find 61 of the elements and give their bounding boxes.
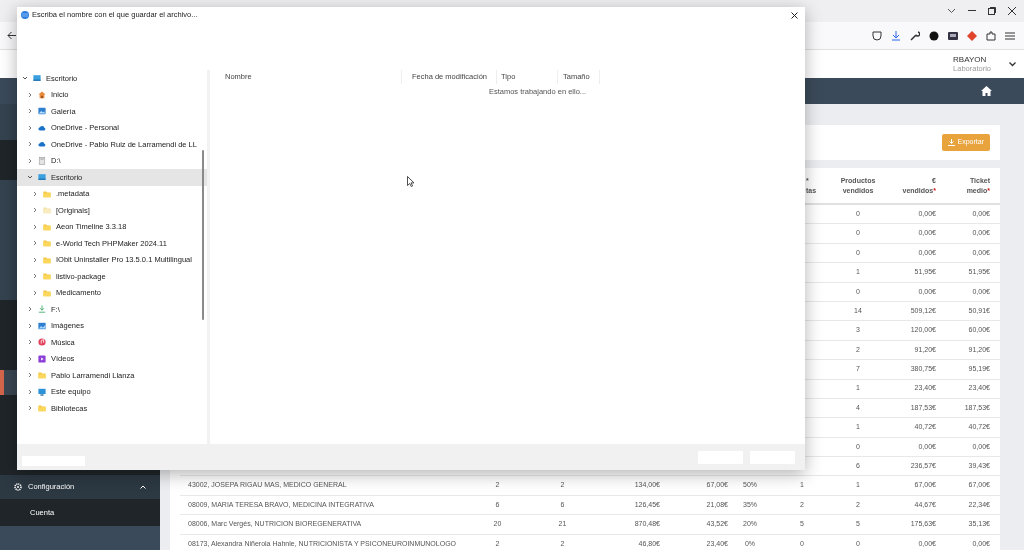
chevron-right-icon[interactable] [27,372,33,379]
chevron-down-icon[interactable] [27,174,33,181]
chevron-right-icon[interactable] [32,273,38,280]
close-icon[interactable] [1008,7,1016,15]
chevron-right-icon[interactable] [27,91,33,98]
desktop-icon [33,74,41,83]
chevron-right-icon[interactable] [27,355,33,362]
chevron-right-icon[interactable] [27,388,33,395]
chevron-right-icon[interactable] [27,405,33,412]
desktop-icon [38,173,46,182]
chevron-right-icon[interactable] [32,223,38,230]
minimize-icon[interactable] [968,10,976,12]
chevron-right-icon[interactable] [27,306,33,313]
scrollbar[interactable] [202,150,204,320]
gear-icon [14,483,22,491]
close-icon[interactable] [791,11,798,19]
pocket-icon[interactable] [872,30,882,41]
chevron-right-icon[interactable] [27,141,33,148]
folder-icon [43,189,51,198]
chevron-right-icon[interactable] [32,289,38,296]
chevron-down-icon[interactable] [947,8,956,14]
folder-icon [38,404,46,413]
download-icon[interactable] [891,30,901,41]
home-icon[interactable] [981,86,992,96]
chevron-right-icon[interactable] [32,190,38,197]
mouse-cursor-icon [407,176,414,187]
chevron-right-icon[interactable] [27,157,33,164]
back-arrow-icon[interactable] [7,31,17,40]
download-icon [38,305,46,314]
chevron-right-icon[interactable] [27,124,33,131]
chevron-right-icon[interactable] [27,322,33,329]
gallery-icon [38,107,46,116]
download-icon [947,139,955,146]
drive-icon [38,156,46,165]
chevron-right-icon[interactable] [32,207,38,214]
folder-icon [43,206,51,215]
folder-icon [43,272,51,281]
folder-icon [43,288,51,297]
monitor-icon [38,387,46,396]
chevron-up-icon [140,485,146,489]
house-icon [38,90,46,99]
video-icon [38,354,46,363]
menu-icon[interactable] [1005,31,1015,40]
chevron-right-icon[interactable] [27,108,33,115]
chevron-right-icon[interactable] [27,339,33,346]
chevron-right-icon[interactable] [32,256,38,263]
blob-icon[interactable] [929,30,939,41]
chevron-down-icon[interactable] [22,75,28,82]
user-name: RBAYON [953,55,987,64]
screen-icon[interactable] [948,31,958,40]
globe-icon [21,11,29,19]
folder-icon [43,239,51,248]
folder-icon [38,371,46,380]
chevron-right-icon[interactable] [32,240,38,247]
picture-frame-icon [38,321,46,330]
restore-icon[interactable] [988,7,996,15]
music-icon [38,338,46,347]
folder-icon [43,222,51,231]
chevron-down-icon[interactable] [1009,61,1016,67]
folder-icon [43,255,51,264]
extension-icon[interactable] [967,30,977,41]
